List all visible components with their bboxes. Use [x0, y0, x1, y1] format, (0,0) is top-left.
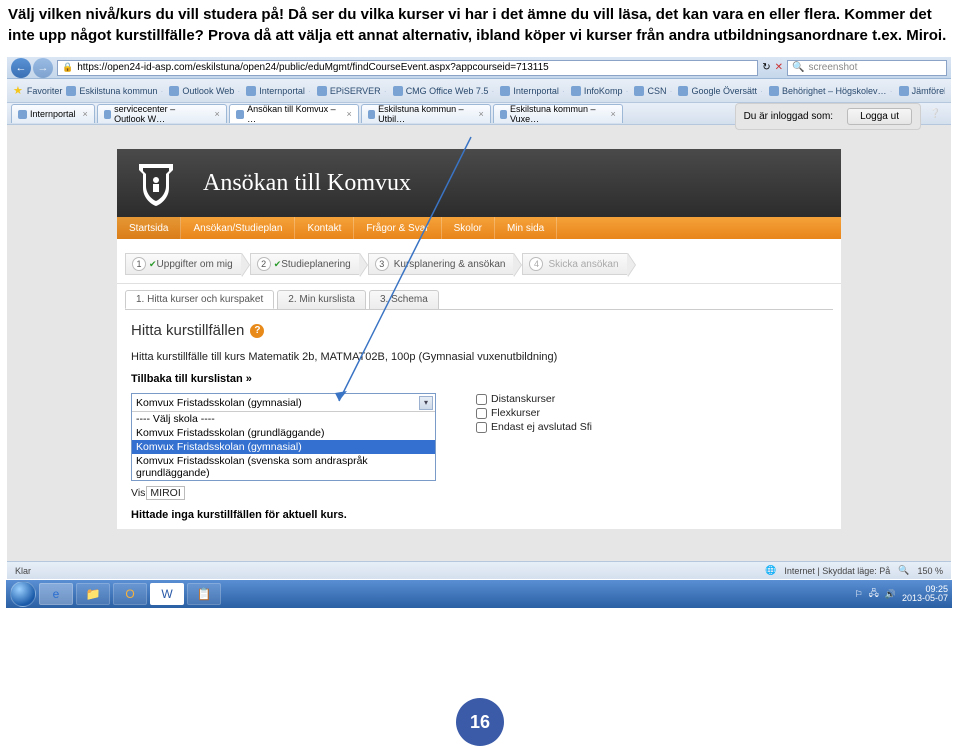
stop-icon[interactable]: ✕: [775, 62, 783, 73]
favorites-star-icon[interactable]: ★: [13, 84, 23, 97]
favorite-link[interactable]: CMG Office Web 7.5 ·: [393, 86, 495, 96]
favorite-link[interactable]: CSN ·: [634, 86, 672, 96]
filter-checkbox[interactable]: Flexkurser: [476, 407, 592, 419]
taskbar-word-icon[interactable]: W: [150, 583, 184, 605]
no-results-text: Hittade inga kurstillfällen för aktuell …: [131, 509, 827, 521]
instruction-text: Välj vilken nivå/kurs du vill studera på…: [0, 0, 960, 56]
sub-tab[interactable]: 3. Schema: [369, 290, 439, 309]
refresh-icon[interactable]: ↻: [762, 62, 770, 73]
close-icon[interactable]: ×: [479, 109, 484, 119]
filter-checkbox[interactable]: Distanskurser: [476, 393, 592, 405]
filter-checkboxes: Distanskurser Flexkurser Endast ej avslu…: [476, 393, 592, 433]
favorite-link[interactable]: Outlook Web ·: [169, 86, 240, 96]
browser-tab[interactable]: Ansökan till Komvux – … ×: [229, 104, 359, 123]
select-option[interactable]: Komvux Fristadsskolan (grundläggande): [132, 426, 435, 440]
favorite-link[interactable]: Behörighet – Högskolev… ·: [769, 86, 893, 96]
help-icon[interactable]: ❔: [930, 108, 941, 119]
main-nav-item[interactable]: Min sida: [495, 217, 557, 239]
browser-tab[interactable]: Internportal ×: [11, 104, 95, 123]
favorite-link[interactable]: Jämförelsetal + meritvärde ·: [899, 86, 945, 96]
close-icon[interactable]: ×: [83, 109, 88, 119]
system-clock[interactable]: 09:252013-05-07: [902, 585, 948, 604]
municipality-logo: [133, 158, 179, 208]
school-select[interactable]: Komvux Fristadsskolan (gymnasial) ▾ ----…: [131, 393, 436, 481]
select-option[interactable]: Komvux Fristadsskolan (svenska som andra…: [132, 454, 435, 480]
course-description: Hitta kurstillfälle till kurs Matematik …: [131, 351, 827, 363]
filter-checkbox[interactable]: Endast ej avslutad Sfi: [476, 421, 592, 433]
logout-button[interactable]: Logga ut: [847, 108, 912, 125]
ie-status-bar: Klar 🌐 Internet | Skyddat läge: På 🔍 150…: [7, 561, 951, 579]
tray-flag-icon[interactable]: ⚐: [855, 589, 863, 600]
wizard-step[interactable]: 1✔ Uppgifter om mig: [125, 253, 242, 275]
zoom-slider-icon[interactable]: 🔍: [898, 565, 909, 576]
sub-tab[interactable]: 2. Min kurslista: [277, 290, 366, 309]
favorite-link[interactable]: InfoKomp ·: [571, 86, 629, 96]
url-text: https://open24-id-asp.com/eskilstuna/ope…: [77, 62, 549, 73]
main-nav-item[interactable]: Startsida: [117, 217, 181, 239]
close-icon[interactable]: ×: [611, 109, 616, 119]
taskbar-outlook-icon[interactable]: O: [113, 583, 147, 605]
globe-icon: 🌐: [765, 565, 776, 576]
select-option[interactable]: ---- Välj skola ----: [132, 412, 435, 426]
favorite-link[interactable]: Internportal ·: [500, 86, 565, 96]
address-bar[interactable]: 🔒 https://open24-id-asp.com/eskilstuna/o…: [57, 60, 758, 76]
taskbar-explorer-icon[interactable]: 📁: [76, 583, 110, 605]
browser-tab[interactable]: servicecenter – Outlook W… ×: [97, 104, 227, 123]
sub-tab[interactable]: 1. Hitta kurser och kurspaket: [125, 290, 274, 309]
select-options[interactable]: ---- Välj skola ----Komvux Fristadsskola…: [132, 412, 435, 480]
tray-network-icon[interactable]: 🖧: [869, 586, 879, 602]
wizard-step[interactable]: 4Skicka ansökan: [522, 253, 627, 275]
chevron-down-icon[interactable]: ▾: [419, 396, 433, 410]
back-button[interactable]: ←: [11, 58, 31, 78]
taskbar-ie-icon[interactable]: e: [39, 583, 73, 605]
ie-nav-bar: ← → 🔒 https://open24-id-asp.com/eskilstu…: [7, 57, 951, 79]
webpage-area: Du är inloggad som: Logga ut Ansökan til…: [7, 125, 951, 561]
section-heading: Hitta kurstillfällen: [131, 322, 244, 339]
visa-label: Vis: [131, 487, 145, 499]
close-icon[interactable]: ×: [347, 109, 352, 119]
app-title: Ansökan till Komvux: [203, 170, 411, 197]
wizard-step[interactable]: 3Kursplanering & ansökan: [368, 253, 515, 275]
logged-in-label: Du är inloggad som:: [744, 111, 834, 122]
back-to-list-link[interactable]: Tillbaka till kurslistan »: [131, 373, 827, 385]
select-value: Komvux Fristadsskolan (gymnasial): [136, 397, 302, 409]
content-panel: Hitta kurstillfällen ? Hitta kurstillfäl…: [125, 309, 833, 529]
forward-button[interactable]: →: [33, 58, 53, 78]
taskbar-app-icon[interactable]: 📋: [187, 583, 221, 605]
main-nav-item[interactable]: Kontakt: [295, 217, 354, 239]
favorite-link[interactable]: EPiSERVER ·: [317, 86, 387, 96]
search-box[interactable]: 🔍screenshot: [787, 60, 947, 76]
browser-screenshot: ← → 🔒 https://open24-id-asp.com/eskilstu…: [6, 56, 952, 580]
browser-tab[interactable]: Eskilstuna kommun – Vuxe… ×: [493, 104, 623, 123]
favorite-link[interactable]: Internportal ·: [246, 86, 311, 96]
close-icon[interactable]: ×: [215, 109, 220, 119]
favorite-link[interactable]: Eskilstuna kommun ·: [66, 86, 163, 96]
login-status-box: Du är inloggad som: Logga ut: [735, 103, 921, 130]
help-icon[interactable]: ?: [250, 324, 264, 338]
main-nav-item[interactable]: Ansökan/Studieplan: [181, 217, 295, 239]
sub-tabs: 1. Hitta kurser och kurspaket2. Min kurs…: [117, 284, 841, 309]
start-button[interactable]: [10, 581, 36, 607]
zoom-level[interactable]: 150 %: [917, 566, 943, 576]
wizard-step[interactable]: 2✔ Studieplanering: [250, 253, 360, 275]
page-number-badge: 16: [456, 698, 504, 746]
main-nav-item[interactable]: Frågor & Svar: [354, 217, 441, 239]
lock-icon: 🔒: [62, 62, 73, 73]
status-left: Klar: [15, 566, 31, 576]
select-option[interactable]: Komvux Fristadsskolan (gymnasial): [132, 440, 435, 454]
main-nav-item[interactable]: Skolor: [442, 217, 495, 239]
windows-taskbar: e 📁 O W 📋 ⚐ 🖧 🔊 09:252013-05-07: [6, 580, 952, 608]
favorite-link[interactable]: Google Översätt ·: [678, 86, 763, 96]
main-nav: StartsidaAnsökan/StudieplanKontaktFrågor…: [117, 217, 841, 239]
favorites-bar: ★ Favoriter Eskilstuna kommun · Outlook W…: [7, 79, 951, 103]
browser-tab[interactable]: Eskilstuna kommun – Utbil… ×: [361, 104, 491, 123]
wizard-steps: 1✔ Uppgifter om mig 2✔ Studieplanering 3Ku…: [117, 239, 841, 284]
tray-sound-icon[interactable]: 🔊: [885, 589, 896, 600]
visa-value: MIROI: [146, 486, 184, 500]
status-zone: Internet | Skyddat läge: På: [784, 566, 890, 576]
site-header: Ansökan till Komvux: [117, 149, 841, 217]
favorites-label[interactable]: Favoriter: [27, 86, 63, 96]
